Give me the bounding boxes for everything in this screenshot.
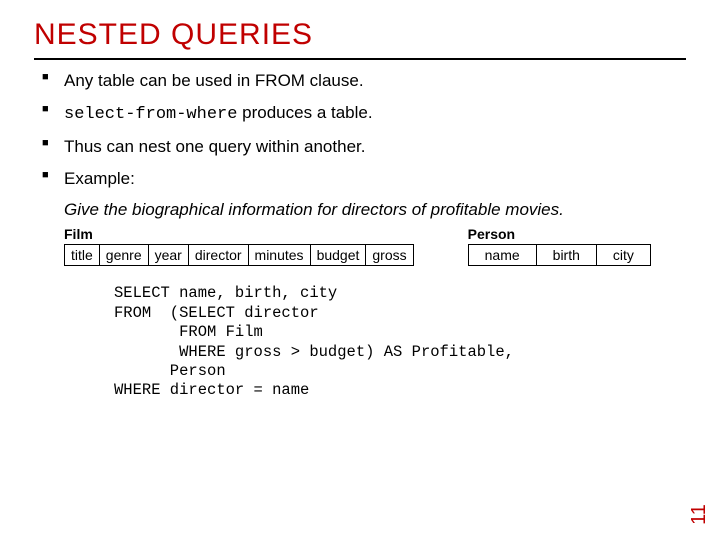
person-col: city [596, 245, 650, 266]
person-col: name [468, 245, 536, 266]
person-table-label: Person [468, 226, 651, 242]
bullet-item: Any table can be used in FROM clause. [42, 70, 686, 92]
bullet-item: select-from-where produces a table. [42, 102, 686, 126]
bullet-item: Example: [42, 168, 686, 190]
bullet-text: produces a table. [237, 103, 372, 122]
example-description: Give the biographical information for di… [64, 200, 686, 220]
bullet-item: Thus can nest one query within another. [42, 136, 686, 158]
page-title: NESTED QUERIES [34, 18, 686, 52]
film-col: gross [366, 245, 413, 266]
person-col: birth [536, 245, 596, 266]
film-col: title [65, 245, 100, 266]
film-table: title genre year director minutes budget… [64, 244, 414, 266]
film-col: genre [99, 245, 148, 266]
page-number: 11 [688, 504, 711, 525]
sql-code-block: SELECT name, birth, city FROM (SELECT di… [114, 284, 686, 400]
film-table-label: Film [64, 226, 414, 242]
film-col: director [188, 245, 248, 266]
schema-tables-row: Film title genre year director minutes b… [64, 226, 686, 266]
film-table-block: Film title genre year director minutes b… [64, 226, 414, 266]
person-table-block: Person name birth city [468, 226, 651, 266]
film-col: minutes [248, 245, 310, 266]
bullet-list: Any table can be used in FROM clause. se… [34, 70, 686, 190]
title-divider [34, 58, 686, 60]
film-col: year [148, 245, 188, 266]
person-table: name birth city [468, 244, 651, 266]
film-col: budget [310, 245, 366, 266]
inline-code: select-from-where [64, 105, 237, 124]
